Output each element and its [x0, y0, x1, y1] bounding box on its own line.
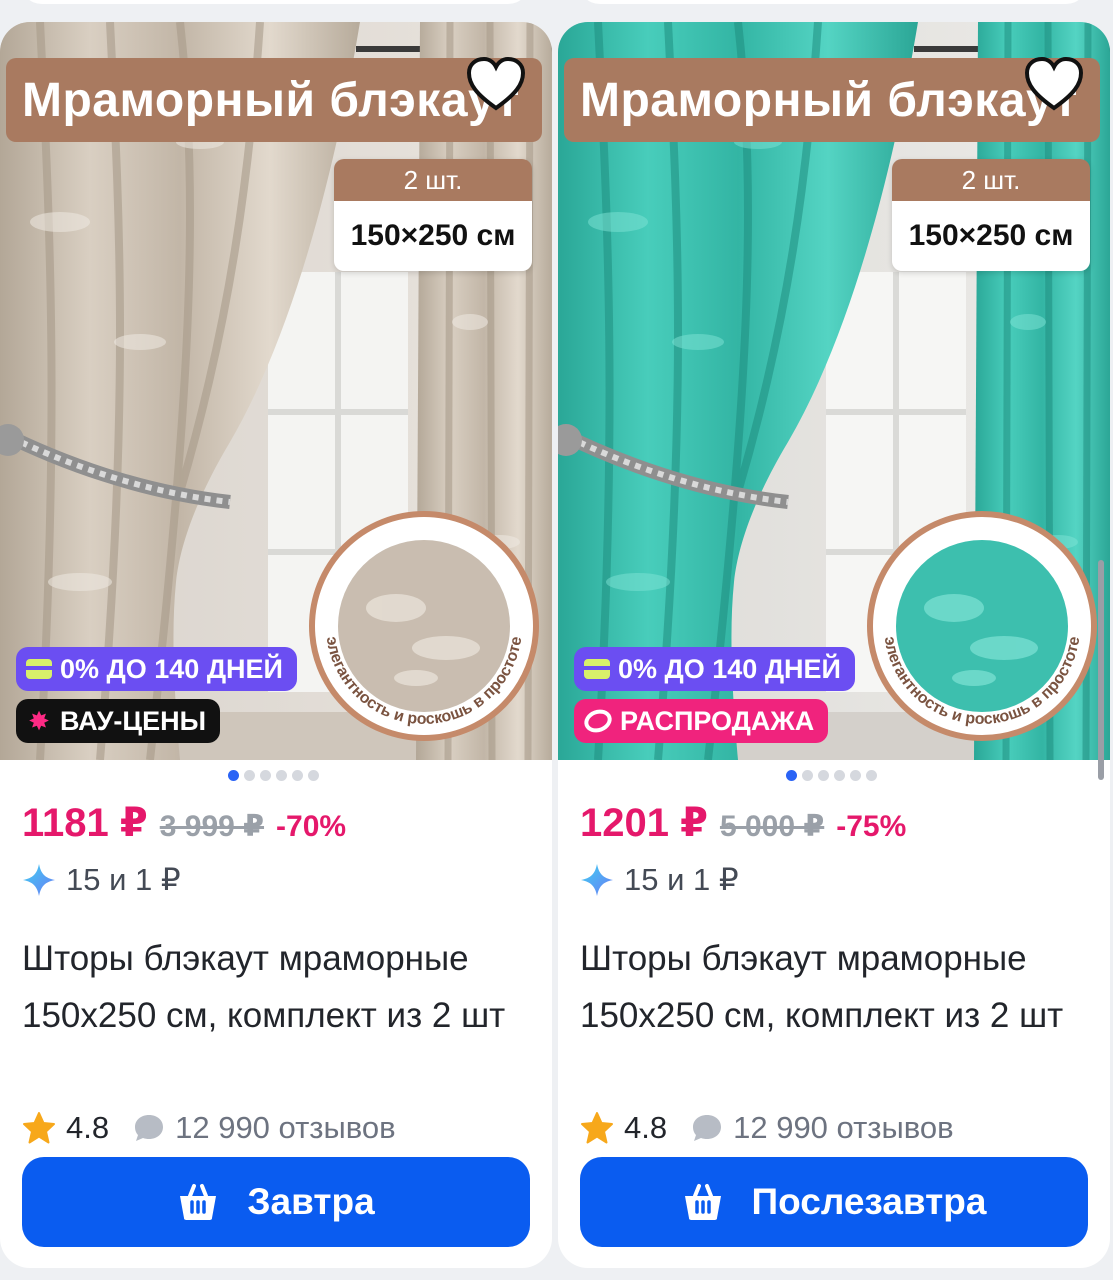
- price-row: 1201 ₽ 5 000 ₽ -75%: [580, 800, 906, 850]
- image-banner: Мраморный блэкаут: [6, 58, 542, 142]
- current-price: 1181 ₽: [22, 801, 148, 845]
- installment-badge: 0% ДО 140 ДНЕЙ: [16, 647, 297, 691]
- cashback-star-icon: [23, 864, 55, 896]
- promo-badge: ✸ ВАУ-ЦЕНЫ: [16, 699, 221, 743]
- heart-icon[interactable]: [1024, 56, 1084, 112]
- cashback-row: 15 и 1 ₽: [580, 860, 739, 900]
- top-strip: [0, 0, 1113, 10]
- cashback-label: 15 и 1 ₽: [624, 862, 739, 897]
- promo-badge-label: ВАУ-ЦЕНЫ: [60, 705, 207, 736]
- carousel-dots[interactable]: [228, 770, 319, 781]
- product-title[interactable]: Шторы блэкаут мраморные 150х250 см, комп…: [22, 930, 532, 1044]
- product-image[interactable]: Мраморный блэкаут 2 шт. 150×250 см товая…: [0, 22, 552, 760]
- texture-badge: товая текстура элегантность и роскошь в …: [867, 511, 1097, 741]
- price-row: 1181 ₽ 3 999 ₽ -70%: [22, 800, 346, 850]
- card-icon: [584, 659, 610, 679]
- delivery-button-label: Завтра: [247, 1181, 375, 1222]
- carousel-dot[interactable]: [292, 770, 303, 781]
- old-price: 3 999 ₽: [159, 810, 265, 843]
- star-icon: [581, 1112, 613, 1144]
- comment-icon: [693, 1115, 722, 1141]
- comment-icon: [135, 1115, 164, 1141]
- carousel-dot[interactable]: [276, 770, 287, 781]
- installment-badge-label: 0% ДО 140 ДНЕЙ: [618, 653, 841, 684]
- reviews[interactable]: 12 990 отзывов: [133, 1110, 396, 1146]
- dimensions-label: 150×250 см: [334, 201, 532, 271]
- cashback-label: 15 и 1 ₽: [66, 862, 181, 897]
- carousel-dot[interactable]: [802, 770, 813, 781]
- discount-label: -75%: [836, 810, 907, 843]
- carousel-dot[interactable]: [818, 770, 829, 781]
- promo-badge-label: РАСПРОДАЖА: [620, 705, 815, 736]
- image-banner: Мраморный блэкаут: [564, 58, 1100, 142]
- basket-icon: [684, 1184, 721, 1220]
- heart-icon[interactable]: [466, 56, 526, 112]
- cashback-row: 15 и 1 ₽: [22, 860, 181, 900]
- ring-icon: [581, 705, 615, 737]
- discount-label: -70%: [276, 810, 347, 843]
- delivery-button[interactable]: Завтра: [22, 1157, 530, 1247]
- rating-value: 4.8: [66, 1110, 110, 1145]
- size-label: 2 шт. 150×250 см: [892, 159, 1090, 271]
- burst-icon: ✸: [28, 706, 50, 736]
- dimensions-label: 150×250 см: [892, 201, 1090, 271]
- texture-badge: товая текстура элегантность и роскошь в …: [309, 511, 539, 741]
- installment-badge-label: 0% ДО 140 ДНЕЙ: [60, 653, 283, 684]
- delivery-button[interactable]: Послезавтра: [580, 1157, 1088, 1247]
- delivery-button-label: Послезавтра: [751, 1181, 987, 1222]
- product-title[interactable]: Шторы блэкаут мраморные 150х250 см, комп…: [580, 930, 1090, 1044]
- carousel-dot[interactable]: [866, 770, 877, 781]
- carousel-dot[interactable]: [834, 770, 845, 781]
- carousel-dot[interactable]: [786, 770, 797, 781]
- promo-badge: РАСПРОДАЖА: [574, 699, 829, 743]
- installment-badge: 0% ДО 140 ДНЕЙ: [574, 647, 855, 691]
- product-image[interactable]: Мраморный блэкаут 2 шт. 150×250 см товая…: [558, 22, 1110, 760]
- carousel-dots[interactable]: [786, 770, 877, 781]
- reviews[interactable]: 12 990 отзывов: [691, 1110, 954, 1146]
- cashback-star-icon: [581, 864, 613, 896]
- rating-value: 4.8: [624, 1110, 668, 1145]
- carousel-dot[interactable]: [260, 770, 271, 781]
- carousel-dot[interactable]: [228, 770, 239, 781]
- carousel-dot[interactable]: [244, 770, 255, 781]
- size-label: 2 шт. 150×250 см: [334, 159, 532, 271]
- card-icon: [26, 659, 52, 679]
- rating-row: 4.8 12 990 отзывов: [22, 1106, 396, 1150]
- scrollbar[interactable]: [1098, 560, 1104, 780]
- current-price: 1201 ₽: [580, 801, 708, 845]
- basket-icon: [180, 1184, 217, 1220]
- reviews-count: 12 990 отзывов: [733, 1110, 954, 1145]
- reviews-count: 12 990 отзывов: [175, 1110, 396, 1145]
- quantity-label: 2 шт.: [334, 159, 532, 201]
- rating-row: 4.8 12 990 отзывов: [580, 1106, 954, 1150]
- previous-card-bottom: [578, 0, 1088, 4]
- previous-card-bottom: [20, 0, 530, 4]
- carousel-dot[interactable]: [308, 770, 319, 781]
- carousel-dot[interactable]: [850, 770, 861, 781]
- star-icon: [23, 1112, 55, 1144]
- old-price: 5 000 ₽: [719, 810, 825, 843]
- product-card[interactable]: Мраморный блэкаут 2 шт. 150×250 см товая…: [558, 22, 1110, 1268]
- quantity-label: 2 шт.: [892, 159, 1090, 201]
- product-card[interactable]: Мраморный блэкаут 2 шт. 150×250 см товая…: [0, 22, 552, 1268]
